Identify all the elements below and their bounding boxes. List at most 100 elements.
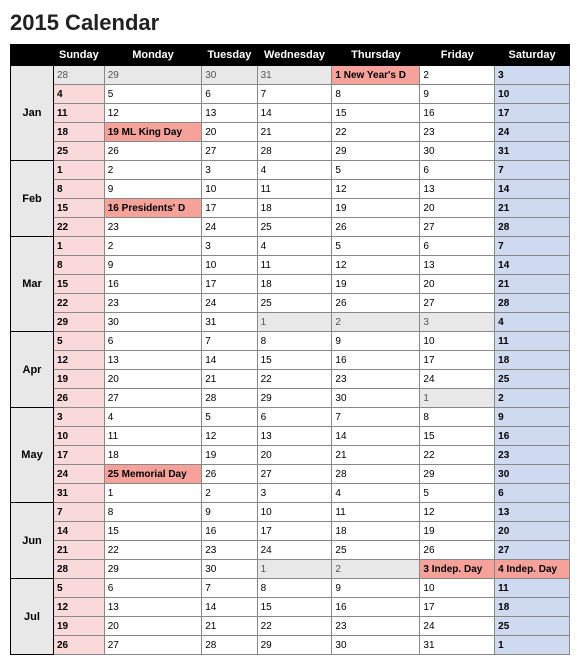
day-cell: 8 (54, 256, 105, 275)
day-cell: 8 (54, 180, 105, 199)
day-cell: 14 (495, 180, 570, 199)
day-cell: 9 (420, 85, 495, 104)
day-cell: 25 (257, 294, 332, 313)
day-cell: 10 (420, 579, 495, 598)
day-cell: 16 (104, 275, 201, 294)
header-wednesday: Wednesday (257, 45, 332, 66)
day-cell: 27 (495, 541, 570, 560)
day-cell: 10 (257, 503, 332, 522)
day-cell: 14 (332, 427, 420, 446)
day-cell: 9 (495, 408, 570, 427)
day-cell: 13 (104, 351, 201, 370)
day-cell: 1 (257, 313, 332, 332)
day-cell: 16 (420, 104, 495, 123)
header-tuesday: Tuesday (202, 45, 257, 66)
day-cell: 1 (495, 636, 570, 655)
day-cell: 20 (420, 199, 495, 218)
day-cell: 28 (332, 465, 420, 484)
day-cell: 5 (332, 237, 420, 256)
day-cell: 17 (420, 598, 495, 617)
day-cell: 2 (332, 313, 420, 332)
day-cell: 16 (332, 598, 420, 617)
day-cell: 31 (420, 636, 495, 655)
day-cell: 31 (54, 484, 105, 503)
header-monday: Monday (104, 45, 201, 66)
calendar-row: 14151617181920 (11, 522, 570, 541)
day-cell: 29 (54, 313, 105, 332)
day-cell: 7 (332, 408, 420, 427)
day-cell: 3 (202, 237, 257, 256)
calendar-row: 282930123 Indep. Day4 Indep. Day (11, 560, 570, 579)
day-cell: 29 (257, 636, 332, 655)
calendar-row: Jan282930311 New Year's D23 (11, 66, 570, 85)
day-cell: 10 (420, 332, 495, 351)
day-cell: 3 (257, 484, 332, 503)
day-cell: 25 (257, 218, 332, 237)
calendar-row: 1516 Presidents' D1718192021 (11, 199, 570, 218)
day-cell: 16 Presidents' D (104, 199, 201, 218)
calendar-row: 1819 ML King Day2021222324 (11, 123, 570, 142)
day-cell: 21 (495, 199, 570, 218)
day-cell: 23 (104, 218, 201, 237)
day-cell: 24 (420, 370, 495, 389)
day-cell: 5 (332, 161, 420, 180)
day-cell: 23 (104, 294, 201, 313)
page-title: 2015 Calendar (10, 10, 570, 36)
day-cell: 31 (257, 66, 332, 85)
day-cell: 12 (104, 104, 201, 123)
day-cell: 17 (202, 199, 257, 218)
day-cell: 18 (104, 446, 201, 465)
calendar-row: Apr567891011 (11, 332, 570, 351)
header-thursday: Thursday (332, 45, 420, 66)
day-cell: 7 (495, 161, 570, 180)
day-cell: 6 (257, 408, 332, 427)
day-cell: 15 (332, 104, 420, 123)
day-cell: 29 (420, 465, 495, 484)
day-cell: 22 (54, 218, 105, 237)
day-cell: 17 (420, 351, 495, 370)
day-cell: 18 (54, 123, 105, 142)
day-cell: 30 (104, 313, 201, 332)
day-cell: 9 (104, 180, 201, 199)
day-cell: 29 (104, 560, 201, 579)
day-cell: 12 (202, 427, 257, 446)
calendar-row: May3456789 (11, 408, 570, 427)
day-cell: 25 Memorial Day (104, 465, 201, 484)
day-cell: 8 (257, 579, 332, 598)
day-cell: 4 Indep. Day (495, 560, 570, 579)
day-cell: 4 (104, 408, 201, 427)
calendar-row: 21222324252627 (11, 541, 570, 560)
day-cell: 13 (257, 427, 332, 446)
calendar-row: 22232425262728 (11, 294, 570, 313)
calendar-row: 2930311234 (11, 313, 570, 332)
day-cell: 18 (495, 598, 570, 617)
day-cell: 26 (104, 142, 201, 161)
day-cell: 1 (54, 237, 105, 256)
day-cell: 21 (54, 541, 105, 560)
day-cell: 19 (332, 275, 420, 294)
day-cell: 22 (104, 541, 201, 560)
day-cell: 7 (495, 237, 570, 256)
day-cell: 6 (495, 484, 570, 503)
calendar-row: 11121314151617 (11, 104, 570, 123)
day-cell: 19 (202, 446, 257, 465)
month-label-may: May (11, 408, 54, 503)
day-cell: 20 (104, 370, 201, 389)
day-cell: 22 (257, 617, 332, 636)
day-cell: 21 (202, 617, 257, 636)
day-cell: 8 (420, 408, 495, 427)
month-label-feb: Feb (11, 161, 54, 237)
header-month (11, 45, 54, 66)
calendar-row: 17181920212223 (11, 446, 570, 465)
day-cell: 31 (495, 142, 570, 161)
day-cell: 22 (54, 294, 105, 313)
day-cell: 26 (420, 541, 495, 560)
day-cell: 6 (104, 579, 201, 598)
day-cell: 25 (54, 142, 105, 161)
calendar-row: 2425 Memorial Day2627282930 (11, 465, 570, 484)
day-cell: 9 (332, 579, 420, 598)
day-cell: 4 (257, 161, 332, 180)
day-cell: 11 (54, 104, 105, 123)
day-cell: 12 (332, 256, 420, 275)
day-cell: 29 (332, 142, 420, 161)
